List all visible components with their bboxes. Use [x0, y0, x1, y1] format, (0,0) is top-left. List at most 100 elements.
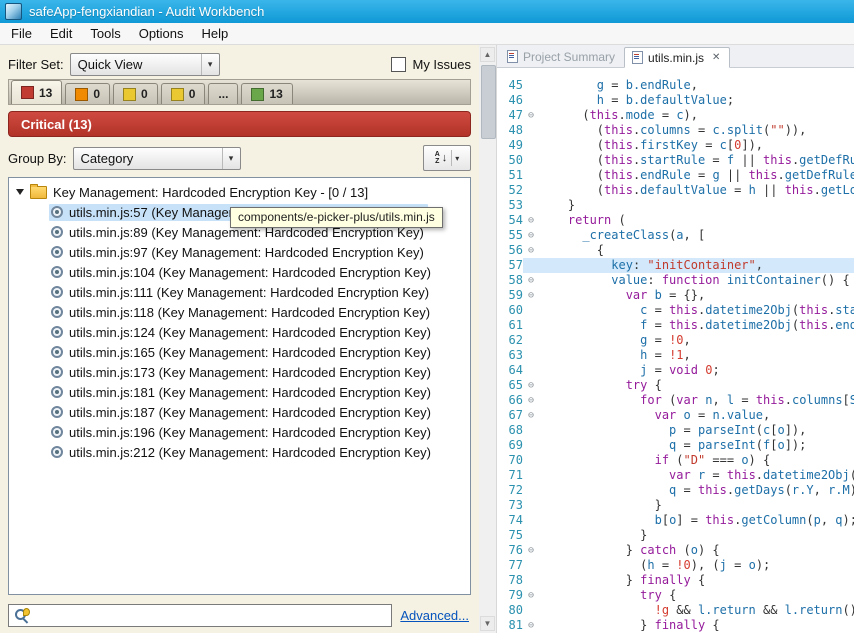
- scroll-down-icon[interactable]: ▼: [480, 616, 495, 631]
- issue-item[interactable]: utils.min.js:111 (Key Management: Hardco…: [9, 282, 470, 302]
- fold-icon[interactable]: ⊖: [523, 618, 539, 633]
- tab-utils-min-js[interactable]: utils.min.js ✕: [624, 47, 731, 68]
- code-line: 76 ⊖ } catch (o) {: [497, 543, 854, 558]
- fold-gutter: [523, 438, 539, 453]
- line-number: 68: [508, 423, 523, 437]
- fold-icon[interactable]: ⊖: [523, 213, 539, 228]
- issue-marker-icon: [51, 246, 63, 258]
- code-text: (this.columns = c.split("")),: [539, 123, 807, 137]
- severity-tab[interactable]: ...: [208, 83, 239, 104]
- issue-label: utils.min.js:118 (Key Management: Hardco…: [69, 304, 431, 320]
- fold-icon[interactable]: ⊖: [523, 393, 539, 408]
- issue-item[interactable]: utils.min.js:118 (Key Management: Hardco…: [9, 302, 470, 322]
- issue-item[interactable]: utils.min.js:196 (Key Management: Hardco…: [9, 422, 470, 442]
- menu-item-options[interactable]: Options: [130, 23, 193, 44]
- code-line: 55 ⊖ _createClass(a, [: [497, 228, 854, 243]
- issue-item[interactable]: utils.min.js:104 (Key Management: Hardco…: [9, 262, 470, 282]
- line-number: 69: [508, 438, 523, 452]
- line-number: 80: [508, 603, 523, 617]
- code-line: 70 if ("D" === o) {: [497, 453, 854, 468]
- chevron-down-icon: ▾: [200, 53, 219, 75]
- menu-item-tools[interactable]: Tools: [81, 23, 129, 44]
- fold-icon[interactable]: ⊖: [523, 408, 539, 423]
- fold-icon[interactable]: ⊖: [523, 243, 539, 258]
- fold-icon[interactable]: ⊖: [523, 378, 539, 393]
- issue-group-label: Key Management: Hardcoded Encryption Key…: [53, 184, 369, 200]
- fold-gutter: [523, 558, 539, 573]
- file-icon: [507, 50, 518, 63]
- close-tab-icon[interactable]: ✕: [712, 52, 720, 63]
- code-line: 72 q = this.getDays(r.Y, r.M);: [497, 483, 854, 498]
- issue-group-row[interactable]: Key Management: Hardcoded Encryption Key…: [9, 182, 470, 202]
- menu-item-file[interactable]: File: [2, 23, 41, 44]
- code-text: var o = n.value,: [654, 408, 771, 422]
- search-box[interactable]: [8, 603, 393, 627]
- code-text: (this.startRule = f || this.getDefRule: [539, 153, 854, 167]
- fold-icon[interactable]: ⊖: [523, 273, 539, 288]
- issue-item[interactable]: utils.min.js:124 (Key Management: Hardco…: [9, 322, 470, 342]
- code-line: 61 f = this.datetime2Obj(this.endRu: [497, 318, 854, 333]
- issue-item[interactable]: utils.min.js:187 (Key Management: Hardco…: [9, 402, 470, 422]
- severity-tab[interactable]: 0: [113, 83, 158, 104]
- severity-swatch-icon: [21, 86, 34, 99]
- severity-tab[interactable]: 0: [160, 83, 206, 104]
- severity-tab[interactable]: 0: [65, 83, 111, 104]
- code-text: if ("D" === o) {: [654, 453, 771, 467]
- code-line: 77 (h = !0), (j = o);: [497, 558, 854, 573]
- severity-tab[interactable]: 13: [11, 80, 63, 104]
- fold-gutter: [523, 483, 539, 498]
- group-by-row: Group By: Category ▾ AZ ↓ ▾: [0, 139, 479, 177]
- editor-scrollbar[interactable]: ▲ ▼: [479, 45, 497, 633]
- tooltip-text: components/e-picker-plus/utils.min.js: [238, 210, 435, 224]
- editor-panel: ▲ ▼ Project Summary utils.min.js ✕ 45 g = …: [479, 45, 854, 633]
- filter-row: Filter Set: Quick View ▾ My Issues: [0, 45, 479, 79]
- menu-item-help[interactable]: Help: [193, 23, 238, 44]
- line-number: 53: [508, 198, 523, 212]
- chevron-down-icon: ▾: [221, 147, 240, 169]
- code-text: return (: [567, 213, 626, 227]
- issue-marker-icon: [51, 286, 63, 298]
- issue-item[interactable]: utils.min.js:181 (Key Management: Hardco…: [9, 382, 470, 402]
- critical-banner[interactable]: Critical (13): [8, 111, 471, 137]
- fold-icon[interactable]: ⊖: [523, 288, 539, 303]
- tab-project-summary[interactable]: Project Summary: [500, 46, 624, 67]
- filter-set-dropdown[interactable]: Quick View ▾: [69, 52, 220, 76]
- scrollbar-thumb[interactable]: [481, 65, 496, 139]
- line-number: 47: [508, 108, 523, 122]
- code-area[interactable]: 45 g = b.endRule, 46 h = b.defaultValue; 4…: [497, 68, 854, 633]
- severity-tab[interactable]: 13: [241, 83, 293, 104]
- severity-swatch-icon: [123, 87, 137, 101]
- fold-gutter: [523, 318, 539, 333]
- fold-icon[interactable]: ⊖: [523, 588, 539, 603]
- issue-label: utils.min.js:187 (Key Management: Hardco…: [69, 404, 432, 420]
- issue-marker-icon: [51, 306, 63, 318]
- code-text: (this.mode = c),: [539, 108, 698, 122]
- issue-item[interactable]: utils.min.js:165 (Key Management: Hardco…: [9, 342, 470, 362]
- fold-icon[interactable]: ⊖: [523, 543, 539, 558]
- scroll-up-icon[interactable]: ▲: [480, 47, 495, 62]
- code-text: (this.defaultValue = h || this.getLoca: [539, 183, 854, 197]
- fold-icon[interactable]: ⊖: [523, 228, 539, 243]
- window-title: safeApp-fengxiandian - Audit Workbench: [29, 4, 265, 19]
- search-input[interactable]: [32, 604, 392, 626]
- collapse-arrow-icon[interactable]: [16, 189, 24, 195]
- my-issues-checkbox[interactable]: [391, 56, 407, 72]
- line-number: 56: [508, 243, 523, 257]
- severity-count: 13: [269, 87, 283, 101]
- severity-count: 13: [39, 85, 53, 100]
- group-by-dropdown[interactable]: Category ▾: [72, 146, 241, 170]
- code-line: 62 g = !0,: [497, 333, 854, 348]
- issue-label: utils.min.js:97 (Key Management: Hardcod…: [69, 244, 424, 260]
- issue-label: utils.min.js:181 (Key Management: Hardco…: [69, 384, 432, 400]
- editor: Project Summary utils.min.js ✕ 45 g = b.en…: [497, 45, 854, 633]
- menu-item-edit[interactable]: Edit: [41, 23, 81, 44]
- critical-banner-label: Critical (13): [21, 116, 92, 132]
- fold-gutter: [523, 333, 539, 348]
- issue-item[interactable]: utils.min.js:97 (Key Management: Hardcod…: [9, 242, 470, 262]
- issue-item[interactable]: utils.min.js:212 (Key Management: Hardco…: [9, 442, 470, 462]
- issue-item[interactable]: utils.min.js:173 (Key Management: Hardco…: [9, 362, 470, 382]
- fold-gutter: [523, 423, 539, 438]
- fold-icon[interactable]: ⊖: [523, 108, 539, 123]
- advanced-link[interactable]: Advanced...: [400, 608, 469, 623]
- sort-button[interactable]: AZ ↓ ▾: [423, 145, 471, 171]
